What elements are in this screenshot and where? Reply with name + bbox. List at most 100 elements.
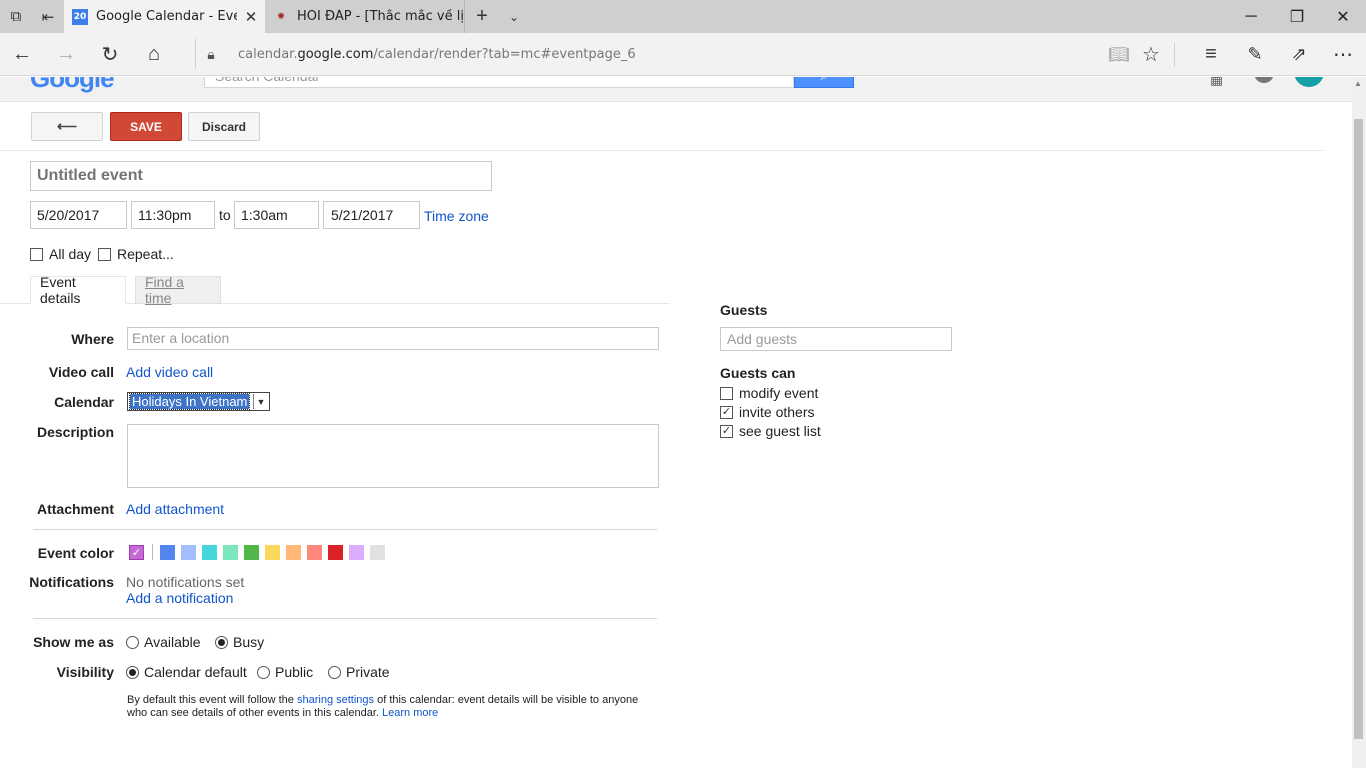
calendar-label: Calendar (54, 394, 114, 410)
visibility-note: By default this event will follow the sh… (127, 694, 639, 719)
tab-manager-icon[interactable]: ⧉ (0, 0, 32, 33)
google-logo[interactable]: Google (30, 77, 115, 94)
all-day-checkbox[interactable]: All day (30, 246, 91, 262)
lock-icon: 🔒︎ (207, 45, 215, 62)
scroll-up-icon[interactable]: ▲ (1354, 79, 1362, 88)
color-swatch[interactable] (307, 544, 322, 560)
radio-button[interactable] (257, 665, 270, 679)
forward-arrow-icon[interactable]: → (44, 33, 88, 76)
calendar-select[interactable]: Holidays In Vietnam ▼ (127, 392, 270, 411)
minimize-icon[interactable]: ─ (1228, 0, 1274, 33)
add-notification-link[interactable]: Add a notification (126, 590, 233, 606)
color-swatch[interactable] (370, 544, 385, 560)
option-label: invite others (739, 404, 815, 420)
address-bar[interactable]: 🔒︎ calendar.google.com/calendar/render?t… (195, 39, 1085, 69)
selected-color-swatch[interactable]: ✓ (129, 544, 144, 560)
sharing-settings-link[interactable]: sharing settings (297, 694, 374, 706)
color-swatch[interactable] (286, 544, 301, 560)
radio-private[interactable]: Private (328, 664, 390, 680)
guest-option-see-guest-list[interactable]: ✓ see guest list (720, 423, 821, 439)
event-color-label: Event color (37, 545, 114, 561)
event-title-input[interactable] (30, 161, 492, 191)
tab-title: HỎI ĐÁP - [Thắc mắc về lịch (297, 9, 464, 24)
visibility-label: Visibility (56, 664, 114, 680)
back-button[interactable]: ⟵ (31, 112, 103, 141)
add-guests-input[interactable]: Add guests (720, 327, 952, 351)
browser-tab-hoidap[interactable]: ✺ HỎI ĐÁP - [Thắc mắc về lịch (265, 0, 465, 33)
add-video-call-link[interactable]: Add video call (126, 364, 213, 380)
color-swatch[interactable] (223, 544, 238, 560)
add-attachment-link[interactable]: Add attachment (126, 501, 224, 517)
color-swatch[interactable] (181, 544, 196, 560)
search-button[interactable]: ⌕ (794, 77, 854, 88)
home-icon[interactable]: ⌂ (132, 33, 176, 76)
notifications-status: No notifications set (126, 574, 245, 590)
back-arrow-icon[interactable]: ← (0, 33, 44, 76)
checkbox-box[interactable]: ✓ (720, 424, 733, 438)
close-tab-icon[interactable]: ✕ (237, 8, 265, 26)
color-swatch[interactable] (244, 544, 259, 560)
notifications-icon[interactable] (1254, 77, 1274, 83)
radio-button[interactable] (126, 665, 139, 679)
radio-label: Private (346, 664, 390, 680)
set-tabs-aside-icon[interactable]: ⇤ (32, 0, 64, 33)
attachment-label: Attachment (36, 501, 114, 517)
radio-button[interactable] (328, 665, 341, 679)
new-tab-icon[interactable]: + (466, 0, 498, 33)
checkbox-box[interactable]: ✓ (720, 405, 733, 419)
radio-button[interactable] (126, 635, 139, 649)
option-label: see guest list (739, 423, 821, 439)
save-button[interactable]: SAVE (110, 112, 182, 141)
checkbox-box[interactable] (30, 247, 43, 261)
tab-event-details[interactable]: Event details (30, 274, 126, 306)
chevron-down-icon: ▼ (253, 394, 268, 409)
browser-nav-bar: ← → ↻ ⌂ 🔒︎ calendar.google.com/calendar/… (0, 33, 1366, 76)
hub-icon[interactable]: ≡ (1189, 33, 1233, 76)
description-label: Description (36, 424, 114, 440)
avatar[interactable] (1294, 77, 1324, 87)
radio-busy[interactable]: Busy (215, 634, 264, 650)
refresh-icon[interactable]: ↻ (88, 33, 132, 76)
radio-available[interactable]: Available (126, 634, 201, 650)
search-input[interactable]: Search Calendar (204, 77, 794, 88)
color-swatch[interactable] (328, 544, 343, 560)
web-note-icon[interactable]: ✎ (1233, 33, 1277, 76)
scrollbar-thumb[interactable] (1354, 119, 1363, 739)
guest-option-modify-event[interactable]: modify event (720, 385, 818, 401)
color-swatch[interactable] (202, 544, 217, 560)
radio-label: Public (275, 664, 314, 680)
radio-calendar-default[interactable]: Calendar default (126, 664, 247, 680)
apps-grid-icon[interactable]: ▦ (1210, 77, 1223, 88)
location-input[interactable]: Enter a location (127, 327, 659, 350)
color-palette: ✓ (129, 544, 391, 560)
color-swatch[interactable] (349, 544, 364, 560)
guest-option-invite-others[interactable]: ✓ invite others (720, 404, 814, 420)
radio-button[interactable] (215, 635, 228, 649)
page-scrollbar[interactable]: ▲ (1352, 77, 1366, 768)
end-time-input[interactable]: 1:30am (234, 201, 319, 229)
time-zone-link[interactable]: Time zone (424, 208, 489, 224)
description-textarea[interactable] (127, 424, 659, 488)
tab-find-a-time[interactable]: Find a time (135, 274, 221, 306)
checkbox-box[interactable] (720, 386, 733, 400)
share-icon[interactable]: ⇗ (1277, 33, 1321, 76)
notifications-label: Notifications (29, 574, 114, 590)
start-time-input[interactable]: 11:30pm (131, 201, 215, 229)
start-date-input[interactable]: 5/20/2017 (30, 201, 127, 229)
repeat-checkbox[interactable]: Repeat... (98, 246, 174, 262)
color-swatch[interactable] (265, 544, 280, 560)
color-swatch[interactable] (160, 544, 175, 560)
radio-public[interactable]: Public (257, 664, 313, 680)
checkbox-box[interactable] (98, 247, 111, 261)
discard-button[interactable]: Discard (188, 112, 260, 141)
close-window-icon[interactable]: ✕ (1320, 0, 1366, 33)
tab-preview-chevron-icon[interactable]: ⌄ (498, 0, 530, 33)
more-icon[interactable]: ⋯ (1321, 33, 1365, 76)
to-label: to (219, 207, 231, 223)
end-date-input[interactable]: 5/21/2017 (323, 201, 420, 229)
learn-more-link[interactable]: Learn more (382, 707, 438, 719)
browser-tab-calendar[interactable]: 20 Google Calendar - Even ✕ (64, 0, 265, 33)
restore-icon[interactable]: ❐ (1274, 0, 1320, 33)
favorite-star-icon[interactable]: ☆ (1129, 33, 1173, 76)
calendar-icon: 20 (72, 8, 88, 25)
